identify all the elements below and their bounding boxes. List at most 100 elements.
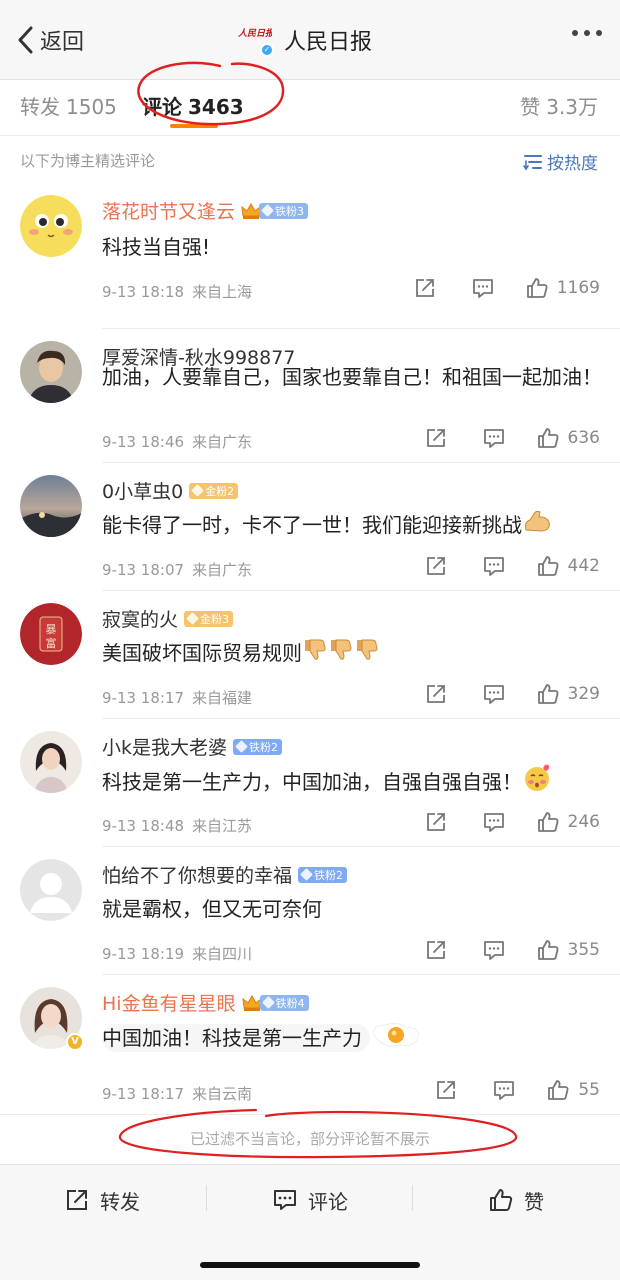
- thumbs-up-icon: [537, 812, 559, 832]
- share-icon[interactable]: [424, 810, 448, 834]
- user-avatar[interactable]: [20, 341, 82, 403]
- like-button[interactable]: 636: [536, 426, 600, 450]
- user-avatar[interactable]: 暴富: [20, 603, 82, 665]
- user-name[interactable]: Hi金鱼有星星眼: [102, 989, 236, 1016]
- comment-item[interactable]: 厚爱深情-秋水998877 加油，人要靠自己，国家也要靠自己！和祖国一起加油！ 9-…: [0, 329, 620, 463]
- comment-meta: 9-13 18:17 来自福建: [102, 687, 252, 708]
- tab-like[interactable]: 赞 3.3万: [520, 91, 598, 120]
- share-icon[interactable]: [434, 1078, 458, 1102]
- comment-location: 来自广东: [192, 433, 253, 451]
- comment-button[interactable]: 评论: [272, 1185, 348, 1215]
- user-name[interactable]: 寂寞的火: [102, 605, 178, 632]
- tab-like-count: 3.3万: [546, 95, 598, 119]
- share-icon[interactable]: [424, 554, 448, 578]
- comment-icon[interactable]: [471, 276, 495, 300]
- user-name[interactable]: 0小草虫0: [102, 477, 183, 504]
- user-avatar[interactable]: [20, 475, 82, 537]
- filtered-notice-text: 已过滤不当言论，部分评论暂不展示: [189, 1130, 430, 1148]
- share-icon[interactable]: [424, 682, 448, 706]
- tab-repost[interactable]: 转发 1505: [20, 91, 117, 120]
- comment-meta: 9-13 18:18 来自上海: [102, 281, 252, 302]
- user-name-row: 怕给不了你想要的幸福 铁粉2: [102, 861, 348, 888]
- logo-calligraphy: 人民日报: [238, 29, 272, 39]
- comment-meta: 9-13 18:07 来自广东: [102, 559, 252, 580]
- comment-time: 9-13 18:17: [102, 689, 185, 707]
- fan-level-badge: 铁粉3: [259, 202, 309, 219]
- comment-actions: 636: [424, 426, 600, 450]
- verified-badge-icon: ✓: [260, 43, 274, 57]
- comment-item[interactable]: 0小草虫0 金粉2 能卡得了一时，卡不了一世！我们能迎接新挑战 9-13 18:07 来…: [0, 463, 620, 591]
- user-avatar[interactable]: [20, 731, 82, 793]
- user-name[interactable]: 小k是我大老婆: [102, 733, 227, 760]
- comment-icon[interactable]: [482, 682, 506, 706]
- comment-text-content: 就是霸权，但又无可奈何: [102, 897, 322, 921]
- sort-by-hot-button[interactable]: 按热度: [523, 149, 598, 174]
- comment-text-content: 科技是第一生产力，中国加油，自强自强自强！: [102, 770, 522, 794]
- like-button[interactable]: 赞: [488, 1185, 544, 1215]
- user-avatar[interactable]: [20, 195, 82, 257]
- like-count: 442: [567, 556, 600, 576]
- like-count: 246: [567, 812, 600, 832]
- filtered-notice: 已过滤不当言论，部分评论暂不展示: [0, 1114, 620, 1164]
- comment-item[interactable]: 落花时节又逢云 铁粉3 科技当自强! 9-13 18:18 来自上海 1169: [0, 183, 620, 329]
- thumbs-up-icon: [490, 1189, 513, 1211]
- comment-item[interactable]: 小k是我大老婆 铁粉2 科技是第一生产力，中国加油，自强自强自强！ 9-13 18:4…: [0, 719, 620, 847]
- like-button[interactable]: 442: [536, 554, 600, 578]
- like-count: 55: [578, 1080, 600, 1100]
- comment-text: 中国加油！科技是第一生产力: [102, 1019, 602, 1060]
- user-name-row: 寂寞的火 金粉3: [102, 605, 234, 632]
- tab-comment[interactable]: 评论 3463: [142, 91, 244, 120]
- thumbs-up-icon: [526, 278, 548, 298]
- comment-icon[interactable]: [482, 938, 506, 962]
- user-name[interactable]: 落花时节又逢云: [102, 197, 235, 224]
- user-name-row: 小k是我大老婆 铁粉2: [102, 733, 283, 760]
- comment-location: 来自江苏: [192, 817, 253, 835]
- like-button[interactable]: 55: [546, 1078, 600, 1102]
- bottom-action-bar: 转发 评论 赞: [0, 1164, 620, 1280]
- like-count: 329: [567, 684, 600, 704]
- fried-egg-emoji: [370, 1019, 422, 1060]
- thumbs-up-icon: [537, 428, 559, 448]
- thumbs-up-icon: [537, 940, 559, 960]
- comment-location: 来自上海: [192, 283, 253, 301]
- comment-item[interactable]: 怕给不了你想要的幸福 铁粉2 就是霸权，但又无可奈何 9-13 18:19 来自四川 35…: [0, 847, 620, 975]
- svg-text:暴: 暴: [46, 623, 57, 636]
- comment-item[interactable]: 暴富寂寞的火 金粉3 美国破坏国际贸易规则 9-13 18:17 来自福建 329: [0, 591, 620, 719]
- comment-time: 9-13 18:19: [102, 945, 185, 963]
- muscle-emoji: [522, 508, 552, 545]
- fan-level-badge: 铁粉4: [259, 994, 309, 1011]
- comment-icon[interactable]: [482, 810, 506, 834]
- comment-icon[interactable]: [482, 554, 506, 578]
- share-icon[interactable]: [424, 426, 448, 450]
- thumbs-up-icon: [537, 556, 559, 576]
- user-name[interactable]: 怕给不了你想要的幸福: [102, 861, 292, 888]
- home-indicator: [200, 1262, 420, 1268]
- comment-icon[interactable]: [482, 426, 506, 450]
- verified-badge-icon: V: [66, 1033, 84, 1051]
- comment-meta: 9-13 18:46 来自广东: [102, 431, 252, 452]
- separator: [206, 1185, 207, 1211]
- comment-item[interactable]: V Hi金鱼有星星眼 铁粉4 中国加油！科技是第一生产力 9-13 18:17 来自云南 5…: [0, 975, 620, 1114]
- more-options-icon[interactable]: [572, 30, 602, 36]
- thumbs-down-emoji: [302, 636, 380, 673]
- chevron-left-icon: [18, 26, 33, 54]
- back-label: 返回: [40, 30, 85, 55]
- comment-actions: 1169: [413, 276, 600, 300]
- like-button[interactable]: 246: [536, 810, 600, 834]
- comment-label: 评论: [308, 1189, 348, 1214]
- like-button[interactable]: 355: [536, 938, 600, 962]
- user-name-row: 落花时节又逢云 铁粉3: [102, 197, 309, 224]
- share-icon[interactable]: [424, 938, 448, 962]
- featured-comments-note: 以下为博主精选评论: [20, 152, 156, 170]
- comment-location: 来自广东: [192, 561, 253, 579]
- user-avatar[interactable]: [20, 859, 82, 921]
- fan-level-badge: 铁粉2: [298, 866, 348, 883]
- like-button[interactable]: 329: [536, 682, 600, 706]
- back-button[interactable]: 返回: [16, 22, 84, 58]
- account-header[interactable]: 人民日报 ✓ 人民日报: [238, 20, 372, 60]
- svg-text:富: 富: [46, 636, 57, 650]
- repost-button[interactable]: 转发: [64, 1185, 140, 1215]
- like-button[interactable]: 1169: [525, 276, 600, 300]
- share-icon[interactable]: [413, 276, 437, 300]
- comment-icon[interactable]: [492, 1078, 516, 1102]
